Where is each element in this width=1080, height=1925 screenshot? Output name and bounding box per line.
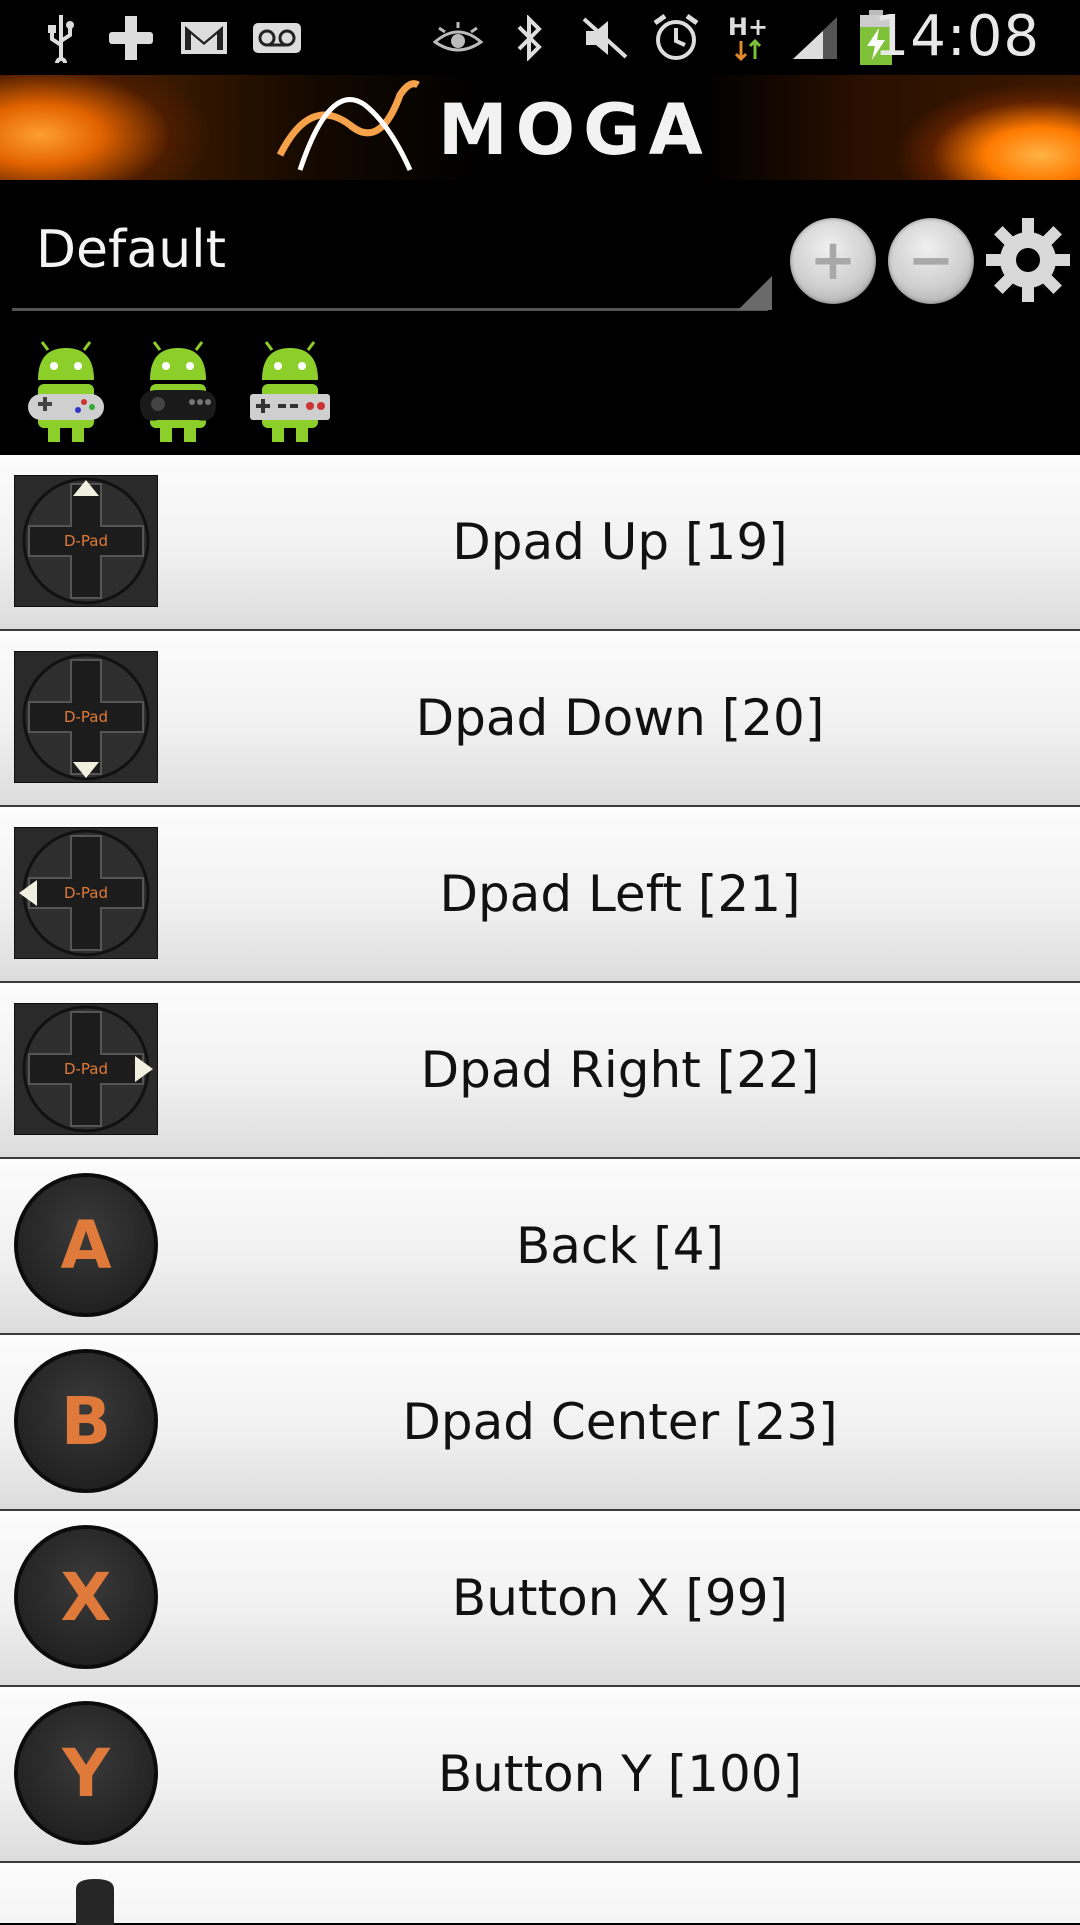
moga-logo-icon (276, 80, 420, 172)
button-y-icon: Y (14, 1701, 158, 1845)
gmail-icon (178, 10, 230, 66)
dpad-right-icon: D-Pad (14, 1003, 158, 1135)
mapping-label: Button X [99] (451, 1569, 789, 1627)
alarm-icon (650, 10, 702, 66)
minus-icon: − (907, 228, 955, 293)
mapping-label: Dpad Center [23] (402, 1393, 838, 1451)
mapping-label: Dpad Down [20] (415, 689, 825, 747)
profile-underline (12, 308, 768, 311)
network-label: H+ (727, 13, 769, 41)
profile-dropdown[interactable]: Default (12, 200, 772, 315)
dpad-text: D-Pad (64, 1060, 108, 1078)
moga-banner: MOGA (0, 75, 1080, 180)
mapping-row-dpad-down[interactable]: D-Pad Dpad Down [20] (0, 631, 1080, 807)
joystick-icon (76, 1879, 114, 1925)
mapping-row-dpad-up[interactable]: D-Pad Dpad Up [19] (0, 455, 1080, 631)
dpad-text: D-Pad (64, 708, 108, 726)
button-b-icon: B (14, 1349, 158, 1493)
button-a-icon: A (14, 1173, 158, 1317)
status-time: 14:08 (873, 4, 1040, 69)
dpad-up-icon: D-Pad (14, 475, 158, 607)
bluetooth-icon (512, 10, 548, 66)
mapping-label: Dpad Up [19] (452, 513, 788, 571)
mapping-label: Dpad Left [21] (439, 865, 801, 923)
mapping-label: Back [4] (515, 1217, 725, 1275)
button-mapping-list[interactable]: D-Pad Dpad Up [19] D-Pad Dpad Down [20] … (0, 455, 1080, 1925)
mapping-row-next[interactable] (0, 1863, 1080, 1925)
nes-controller-android-icon[interactable] (248, 340, 332, 444)
mapping-label: Button Y [100] (437, 1745, 803, 1803)
network-type-icon: H+ (726, 10, 770, 66)
mapping-row-button-x[interactable]: X Button X [99] (0, 1511, 1080, 1687)
controller-type-list (24, 340, 332, 444)
dpad-left-icon: D-Pad (14, 827, 158, 959)
eye-icon (432, 10, 484, 66)
add-profile-button[interactable]: + (790, 218, 876, 304)
moga-logo-text: MOGA (438, 89, 711, 171)
mapping-row-button-b[interactable]: B Dpad Center [23] (0, 1335, 1080, 1511)
remove-profile-button[interactable]: − (888, 218, 974, 304)
profile-selected-name: Default (36, 220, 226, 280)
snes-controller-android-icon[interactable] (24, 340, 108, 444)
usb-icon (38, 10, 84, 66)
signal-icon (790, 10, 842, 66)
dpad-text: D-Pad (64, 532, 108, 550)
dropdown-caret-icon (738, 276, 772, 310)
mute-icon (580, 10, 630, 66)
voicemail-icon (250, 10, 304, 66)
download-icon (106, 10, 156, 66)
mapping-row-button-y[interactable]: Y Button Y [100] (0, 1687, 1080, 1863)
mapping-row-button-a[interactable]: A Back [4] (0, 1159, 1080, 1335)
settings-gear-icon[interactable] (984, 216, 1072, 304)
genesis-controller-android-icon[interactable] (136, 340, 220, 444)
dpad-down-icon: D-Pad (14, 651, 158, 783)
mapping-label: Dpad Right [22] (420, 1041, 820, 1099)
mapping-row-dpad-right[interactable]: D-Pad Dpad Right [22] (0, 983, 1080, 1159)
profile-bar: Default + − (0, 180, 1080, 455)
dpad-text: D-Pad (64, 884, 108, 902)
mapping-row-dpad-left[interactable]: D-Pad Dpad Left [21] (0, 807, 1080, 983)
button-x-icon: X (14, 1525, 158, 1669)
status-bar: H+ 14:08 (0, 0, 1080, 75)
plus-icon: + (809, 228, 857, 293)
